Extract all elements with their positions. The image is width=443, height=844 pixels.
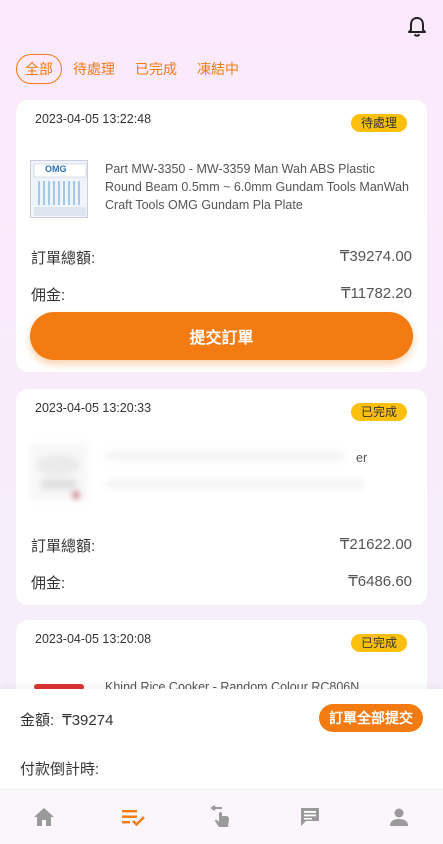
nav-orders[interactable] — [89, 790, 178, 844]
tab-all[interactable]: 全部 — [16, 54, 62, 84]
commission-row: 佣金: ₸6486.60 — [31, 572, 412, 593]
commission-label: 佣金: — [31, 575, 66, 592]
tab-pending[interactable]: 待處理 — [64, 54, 124, 84]
order-total-value: ₸21622.00 — [339, 536, 412, 553]
message-icon — [301, 808, 320, 826]
thumbnail-brand: OMG — [45, 164, 67, 174]
tap-icon — [210, 805, 230, 827]
product-thumbnail: OMG — [30, 160, 88, 218]
order-list-icon — [121, 810, 145, 827]
nav-profile[interactable] — [354, 790, 443, 844]
user-icon — [389, 808, 408, 826]
tab-completed[interactable]: 已完成 — [126, 54, 186, 84]
order-total-value: ₸39274.00 — [339, 248, 412, 265]
order-card: 2023-04-05 13:22:48 待處理 OMG Part MW-3350… — [16, 100, 427, 372]
order-total-label: 訂單總額: — [31, 250, 96, 267]
order-total-row: 訂單總額: ₸39274.00 — [31, 247, 412, 268]
payment-countdown-label: 付款倒計時: — [20, 761, 100, 778]
status-badge: 已完成 — [350, 403, 407, 421]
commission-row: 佣金: ₸11782.20 — [31, 284, 412, 305]
commission-value: ₸11782.20 — [341, 285, 412, 302]
product-name: er — [356, 451, 368, 465]
product-thumbnail — [30, 443, 88, 501]
order-total-label: 訂單總額: — [31, 538, 96, 555]
status-badge: 已完成 — [350, 634, 407, 652]
tab-frozen[interactable]: 凍結中 — [188, 54, 248, 84]
total-amount-label: 金額: — [20, 712, 55, 729]
submit-all-orders-button[interactable]: 訂單全部提交 — [319, 704, 423, 732]
order-summary-panel: 金額: ₸39274 訂單全部提交 付款倒計時: — [0, 689, 443, 789]
order-date: 2023-04-05 13:20:33 — [35, 401, 152, 415]
status-tabs: 全部 待處理 已完成 凍結中 — [16, 54, 248, 84]
order-card: 2023-04-05 13:20:33 已完成 er 訂單總額: ₸21622.… — [16, 389, 427, 605]
order-date: 2023-04-05 13:22:48 — [35, 112, 152, 126]
status-badge: 待處理 — [350, 114, 407, 132]
bell-icon[interactable] — [407, 16, 427, 38]
product-image — [36, 455, 80, 499]
top-bar — [0, 0, 443, 50]
commission-label: 佣金: — [31, 287, 66, 304]
order-date: 2023-04-05 13:20:08 — [35, 632, 152, 646]
bottom-nav — [0, 789, 443, 844]
total-amount-value: ₸39274 — [62, 712, 114, 729]
blurred-text — [105, 451, 345, 461]
submit-order-button[interactable]: 提交訂單 — [30, 312, 413, 360]
total-amount: 金額: ₸39274 — [20, 709, 113, 730]
nav-home[interactable] — [0, 790, 89, 844]
commission-value: ₸6486.60 — [348, 573, 412, 590]
blurred-text — [105, 479, 365, 489]
order-total-row: 訂單總額: ₸21622.00 — [31, 535, 412, 556]
nav-messages[interactable] — [266, 790, 355, 844]
nav-grab[interactable] — [177, 790, 266, 844]
home-icon — [34, 808, 55, 826]
product-name: Part MW-3350 - MW-3359 Man Wah ABS Plast… — [105, 162, 409, 212]
